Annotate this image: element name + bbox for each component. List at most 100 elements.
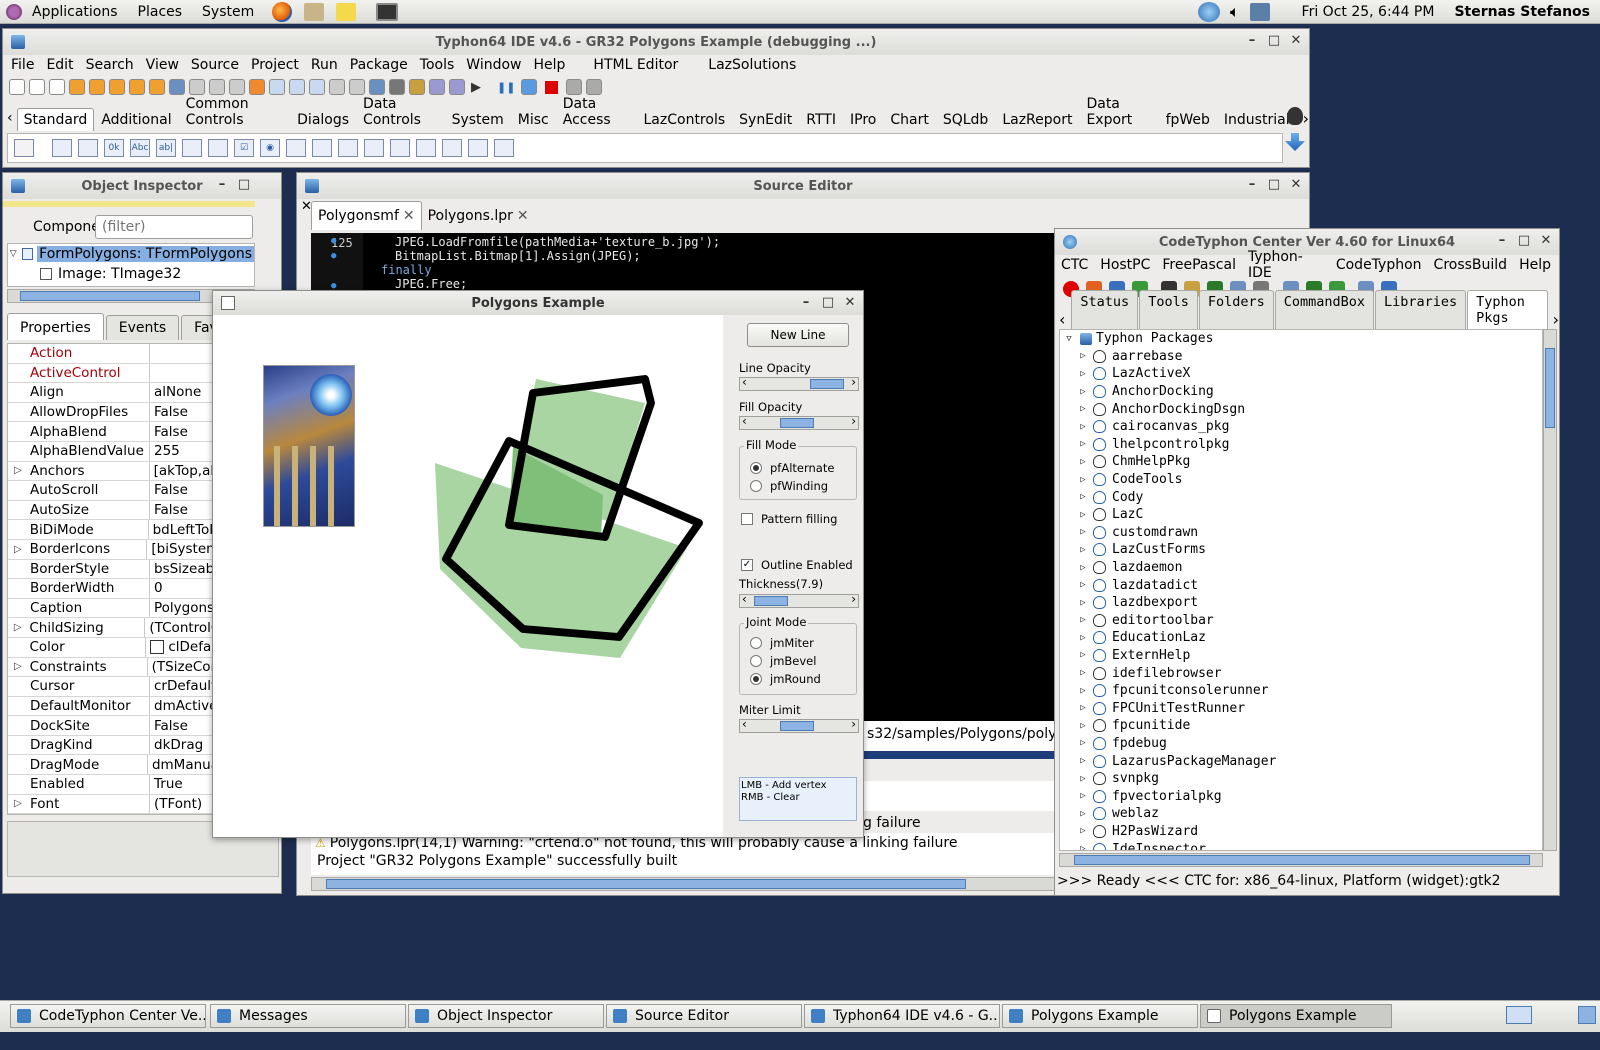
togglebox-icon[interactable] [208,139,228,157]
oi-titlebar[interactable]: Object Inspector – □ [3,173,281,199]
property-row[interactable]: AlphaBlend False [8,422,218,442]
expand-icon[interactable]: ▷ [1076,686,1090,696]
package-item[interactable]: ▷ lazdatadict [1060,576,1542,594]
ctc-menu-ctc[interactable]: CTC [1057,257,1096,273]
minimize-icon[interactable]: – [799,295,813,310]
radio-pfwinding[interactable]: pfWinding [750,477,834,495]
package-item[interactable]: ▷ FPCUnitTestRunner [1060,699,1542,717]
palette-tab-rtti[interactable]: RTTI [799,108,843,131]
ctc-menu-typhon-ide[interactable]: Typhon-IDE [1244,249,1332,281]
expand-icon[interactable]: ▷ [1076,527,1090,537]
palette-tab-dialogs[interactable]: Dialogs [290,108,356,131]
package-item[interactable]: ▷ AnchorDocking [1060,383,1542,401]
menu-package[interactable]: Package [344,57,414,73]
open-icon[interactable] [49,79,65,95]
expand-icon[interactable]: ▷ [1076,738,1090,748]
expand-icon[interactable]: ▷ [1076,826,1090,836]
palette-tab-data-controls[interactable]: Data Controls [356,92,445,131]
ctc-tab-typhon-pkgs[interactable]: Typhon Pkgs [1467,290,1548,329]
menu-search[interactable]: Search [80,57,140,73]
property-row[interactable]: Caption Polygons [8,598,218,619]
taskbar-item-polygons-example[interactable]: Polygons Example [1200,1004,1392,1028]
maximize-icon[interactable]: □ [821,295,835,310]
globe-icon[interactable] [449,79,465,95]
package-item[interactable]: ▷ aarrebase [1060,348,1542,366]
palette-tab-industrial[interactable]: Industrial [1217,108,1297,131]
property-value[interactable]: True [150,776,183,792]
maximize-icon[interactable]: □ [237,177,251,192]
expand-icon[interactable]: ▷ [1076,668,1090,678]
property-row[interactable]: Action [8,344,218,364]
package-item[interactable]: ▷ fpcunitide [1060,717,1542,735]
expand-icon[interactable]: ▷ [1076,351,1090,361]
property-value[interactable]: dmActive [150,698,217,714]
expand-icon[interactable]: ▷ [1076,457,1090,467]
se-titlebar[interactable]: Source Editor – □ ✕ [297,173,1309,199]
package-item[interactable]: ▷ fpdebug [1060,735,1542,753]
menu-tools[interactable]: Tools [414,57,461,73]
property-row[interactable]: BiDiMode bdLeftToR [8,520,218,540]
property-value[interactable]: False [150,482,188,498]
terminal-icon[interactable] [376,2,399,21]
property-value[interactable]: Polygons [150,600,214,616]
expand-icon[interactable]: ▷ [1076,510,1090,520]
volume-icon[interactable]: 🔈︎ [1230,2,1240,22]
palette-tab-ipro[interactable]: IPro [843,108,883,131]
palette-tab-synedit[interactable]: SynEdit [732,108,799,131]
property-row[interactable]: AllowDropFiles False [8,402,218,423]
user-name[interactable]: Sternas Stefanos [1444,4,1600,20]
tree-item-image[interactable]: Image: TImage32 [8,264,254,284]
show-desktop-icon[interactable] [1506,1006,1532,1024]
expand-icon[interactable]: ▷ [1076,844,1090,850]
property-row[interactable]: ▷ ChildSizing (TControlC [8,618,218,638]
expand-icon[interactable]: ▷ [1076,475,1090,485]
property-value[interactable]: 0 [150,580,163,596]
chevron-right-icon[interactable]: › [1303,109,1309,128]
chevron-right-icon[interactable]: › [1553,310,1559,329]
package-item[interactable]: ▷ editortoolbar [1060,612,1542,630]
package-item[interactable]: ▷ lazdbexport [1060,594,1542,612]
close-icon[interactable] [129,79,145,95]
new-unit-icon[interactable] [9,79,25,95]
palette-tab-lazcontrols[interactable]: LazControls [637,108,733,131]
close-icon[interactable]: ✕ [1539,233,1553,248]
clock[interactable]: Fri Oct 25, 6:44 PM [1292,4,1445,20]
taskbar-item-source-editor[interactable]: Source Editor [606,1004,802,1028]
ctc-tab-commandbox[interactable]: CommandBox [1274,290,1375,329]
taskbar-item-codetyphon-center-ve[interactable]: CodeTyphon Center Ve... [10,1004,206,1028]
chevron-left-icon[interactable]: ‹ [7,110,13,126]
ctc-menu-freepascal[interactable]: FreePascal [1158,257,1244,273]
property-row[interactable]: AutoSize False [8,500,218,521]
radio-jmmiter[interactable]: jmMiter [750,634,821,652]
property-value[interactable]: (TFont) [150,796,202,812]
expand-icon[interactable]: ▷ [1076,580,1090,590]
debug-icon[interactable] [289,79,305,95]
palette-tab-additional[interactable]: Additional [94,108,178,131]
combobox-icon[interactable] [312,139,332,157]
property-row[interactable]: Enabled True [8,775,218,795]
package-item[interactable]: ▷ LazCustForms [1060,541,1542,559]
label-icon[interactable]: Abc [130,139,150,157]
palette-tab-standard[interactable]: Standard [16,108,95,131]
expand-icon[interactable]: ▷ [1076,387,1090,397]
property-row[interactable]: ActiveControl [8,363,218,384]
package-item[interactable]: ▷ LazarusPackageManager [1060,752,1542,770]
taskbar-item-messages[interactable]: Messages [210,1004,406,1028]
minimize-icon[interactable]: – [215,177,229,192]
property-row[interactable]: ▷ Font (TFont) [8,794,218,814]
package-item[interactable]: ▷ IdeInspector [1060,840,1542,850]
miter-limit-slider[interactable] [739,717,859,733]
groupbox-icon[interactable] [364,139,384,157]
popupmenu-icon[interactable] [78,139,98,157]
system-menu[interactable]: System [192,4,264,20]
property-row[interactable]: ▷ Anchors [akTop,ak [8,461,218,482]
stop-icon[interactable] [521,79,538,95]
menu-edit[interactable]: Edit [40,57,79,73]
package-item[interactable]: ▷ ExternHelp [1060,647,1542,665]
palette-tab-sqldb[interactable]: SQLdb [936,108,995,131]
property-value[interactable]: [biSystem [147,541,218,557]
arrow-down-icon[interactable] [1285,133,1305,151]
line-opacity-slider[interactable] [739,375,859,391]
property-value[interactable]: dkDrag [150,737,203,753]
options-icon[interactable] [329,79,345,95]
